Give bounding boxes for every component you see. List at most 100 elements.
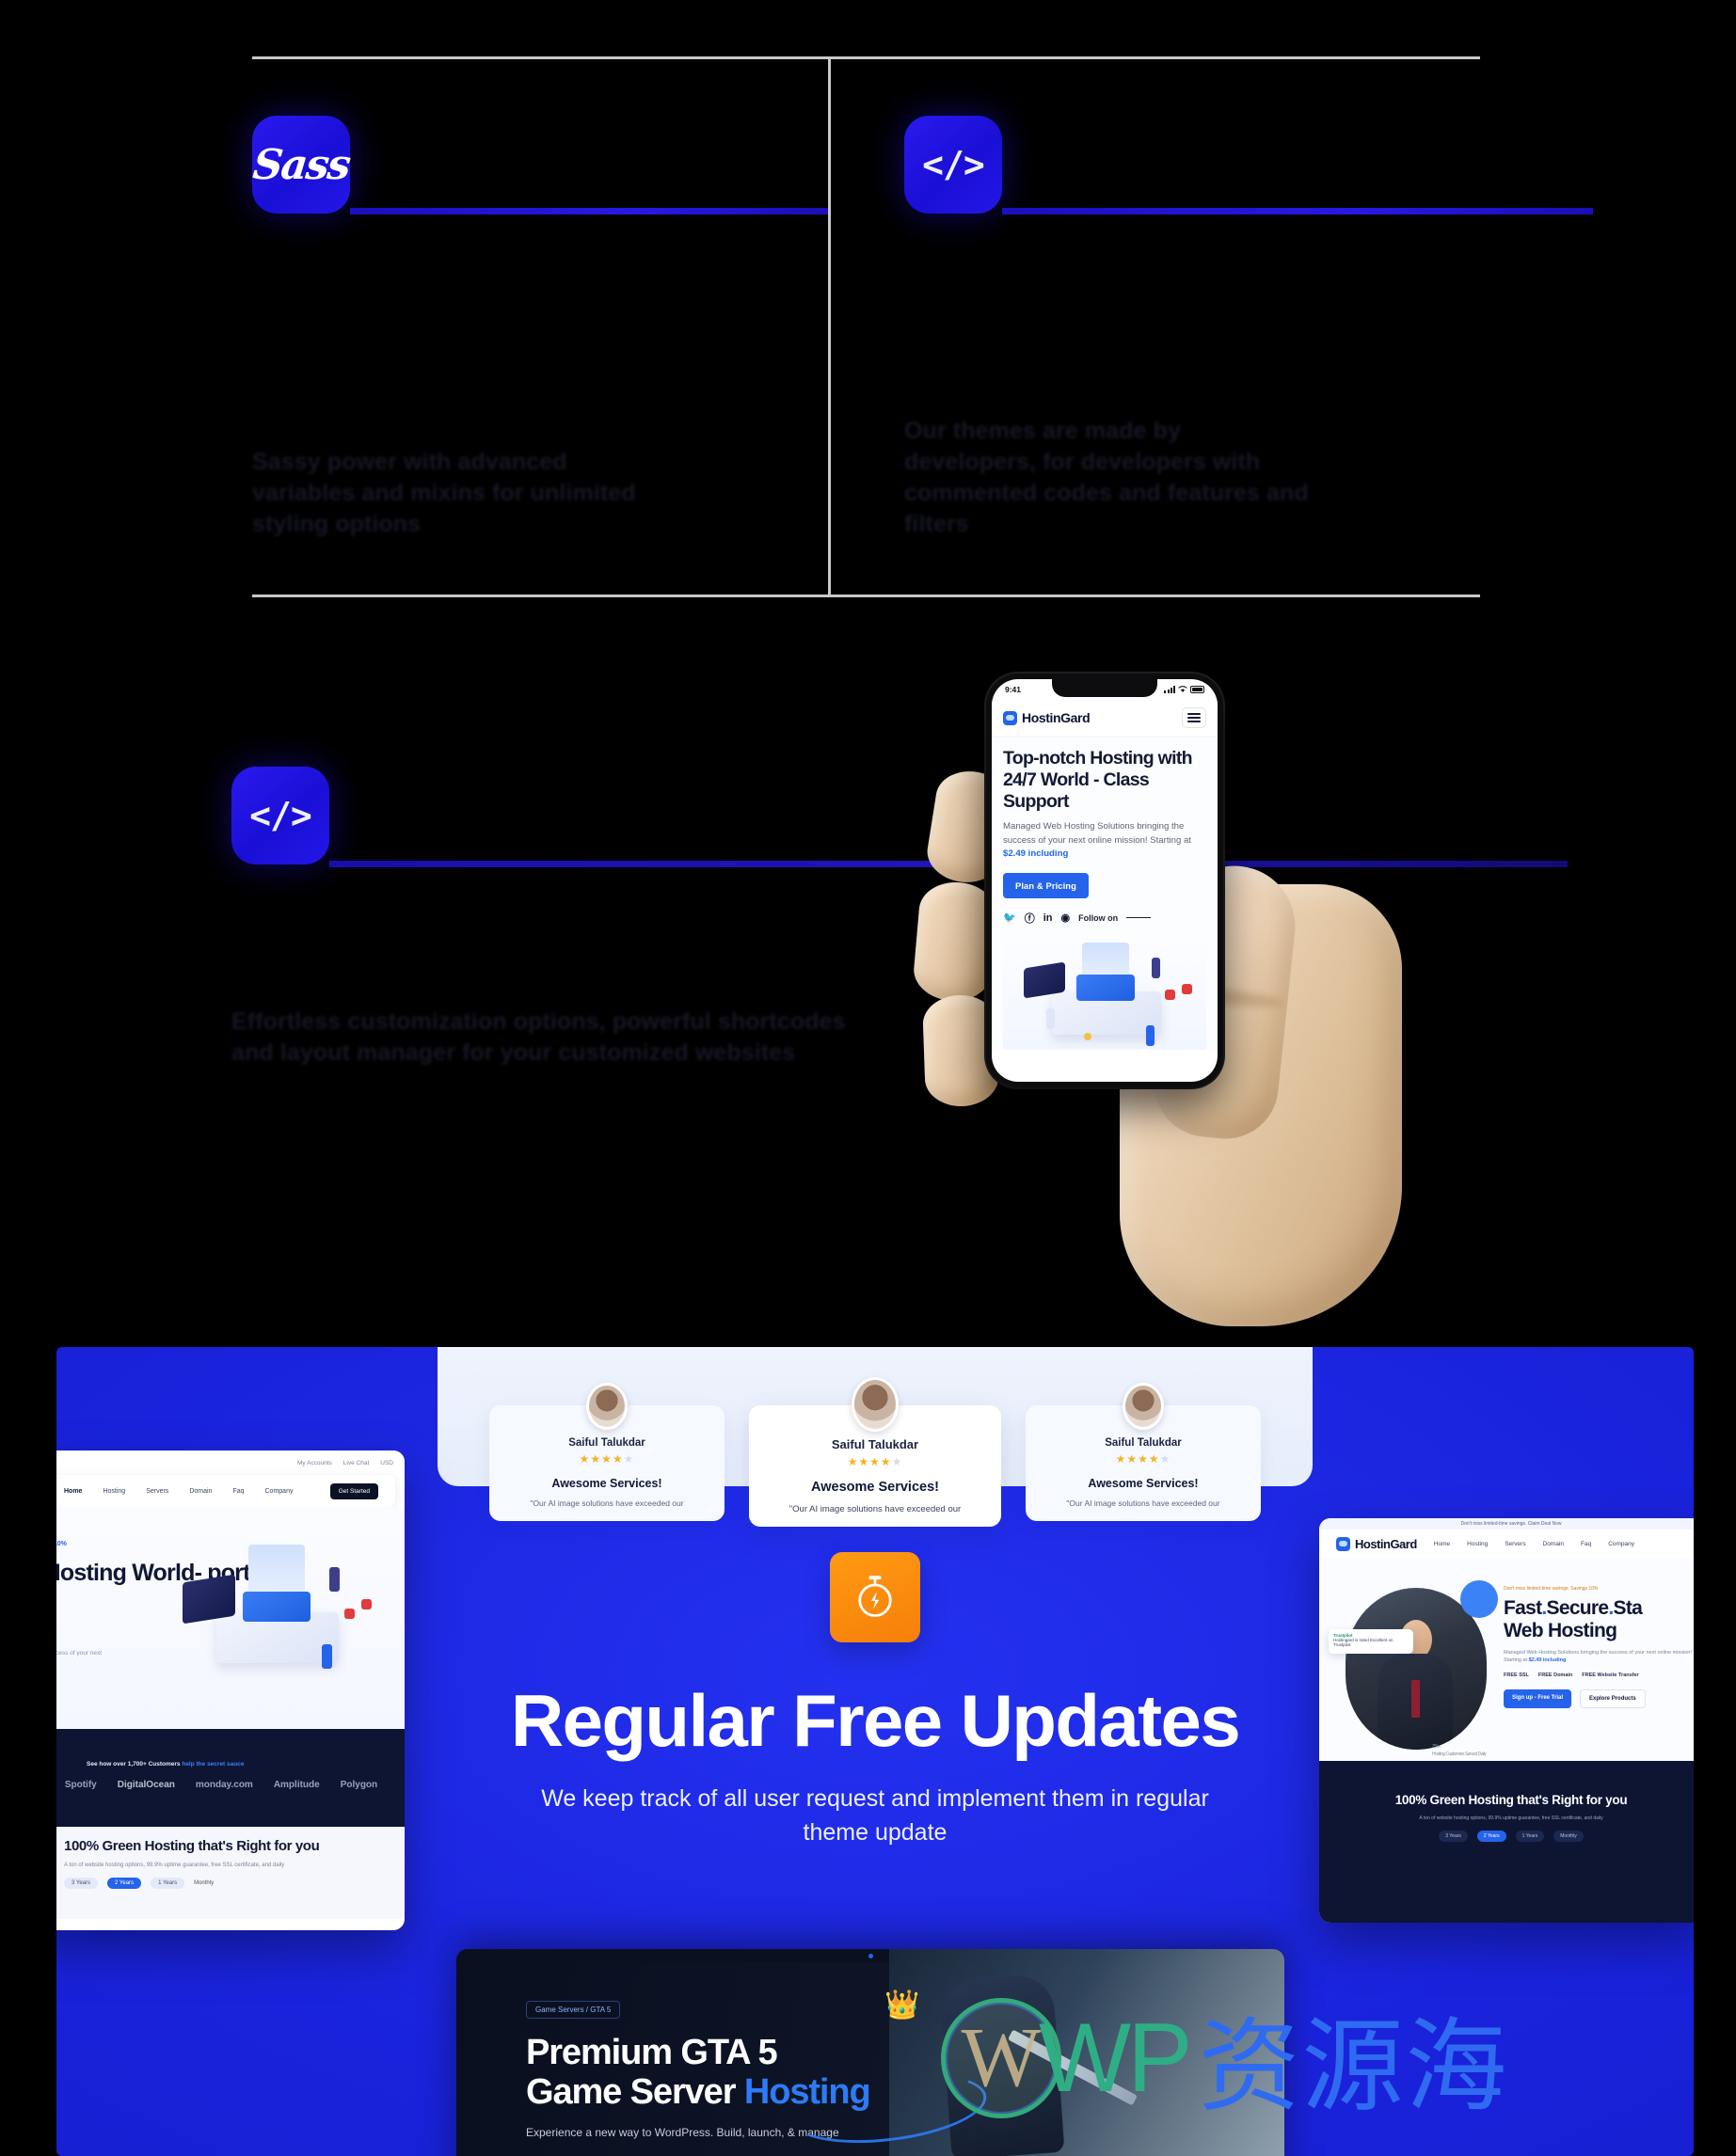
- illustration-panel: [1024, 961, 1065, 999]
- hamburger-menu-icon[interactable]: [1182, 707, 1206, 728]
- phone-brand: HostinGard: [1003, 710, 1091, 725]
- website-mockup-left: My Accounts Live Chat USD Home Hosting S…: [56, 1451, 405, 1930]
- feature-item: FREE Website Transfer: [1582, 1672, 1639, 1678]
- stat-label: Hosting Customers Served Daily: [1432, 1752, 1487, 1757]
- plan-chip[interactable]: 3 Years: [64, 1878, 99, 1889]
- nav-item[interactable]: Domain: [189, 1488, 212, 1495]
- phone-social-row: 🐦 ⓕ in ◉ Follow on: [1003, 911, 1206, 926]
- topbar-item: Live Chat: [342, 1459, 370, 1466]
- mockup-hero: Game Servers / GTA 5 👑 Premium GTA 5 Gam…: [456, 1962, 1284, 2153]
- testimonial-card: Saiful Talukdar ★★★★★ Awesome Services! …: [749, 1377, 1001, 1528]
- customers-link[interactable]: help the secret sauce: [182, 1761, 244, 1768]
- rating-stars: ★★★★★: [1115, 1452, 1171, 1466]
- feature-card-customization: </> Effortless customization options, po…: [231, 767, 1568, 1086]
- phone-device: 9:41 HostinGard Top-notch Hosting with 2…: [986, 674, 1223, 1087]
- phone-notch: [1052, 679, 1157, 697]
- get-started-button[interactable]: Get Started: [329, 1482, 378, 1499]
- trustpilot-text: Hostingard is rated Excellent on Trustpi…: [1333, 1638, 1394, 1647]
- cloud-icon: [1003, 710, 1017, 725]
- plan-chip[interactable]: 1 Years: [151, 1878, 185, 1889]
- testimonial-name: Saiful Talukdar: [568, 1437, 645, 1449]
- follow-on-label: Follow on: [1078, 912, 1119, 923]
- linkedin-icon[interactable]: in: [1043, 912, 1053, 924]
- rating-stars: ★★★★★: [847, 1455, 903, 1468]
- avatar: [1123, 1383, 1164, 1430]
- code-icon-glyph: </>: [249, 795, 312, 836]
- headline-line1: Premium GTA 5: [526, 2033, 778, 2072]
- plan-chip[interactable]: 1 Years: [1515, 1831, 1545, 1843]
- feature-checklist: FREE SSL FREE Domain FREE Website Transf…: [1504, 1672, 1694, 1678]
- phone-brand-label: HostinGard: [1022, 710, 1091, 725]
- regular-free-updates-section: Saiful Talukdar ★★★★★ Awesome Services! …: [56, 1347, 1694, 2156]
- code-icon-glyph: </>: [922, 144, 985, 185]
- explore-products-button[interactable]: Explore Products: [1580, 1688, 1646, 1708]
- stat-value: 25k+: [1432, 1744, 1441, 1750]
- mockup-hero: Saving 10% h Hosting World- port the suc…: [56, 1507, 405, 1729]
- feature-description-code: Our themes are made by developers, for d…: [904, 418, 1309, 537]
- nav-item[interactable]: Servers: [1505, 1541, 1525, 1547]
- divider-rule: [1126, 916, 1152, 919]
- promo-bar: Don't miss limited-time savings. Claim D…: [1319, 1518, 1694, 1530]
- logo-item: monday.com: [195, 1780, 253, 1790]
- green-sub: A ton of website hosting options, 99.9% …: [1419, 1815, 1603, 1822]
- hero-sub: the success of your next: [56, 1650, 103, 1657]
- plan-chip[interactable]: 2 Years: [1476, 1831, 1506, 1843]
- nav-item[interactable]: Domain: [1543, 1541, 1564, 1547]
- illustration-dot: [361, 1599, 372, 1609]
- mockup-topbar: My Accounts Live Chat USD: [56, 1451, 405, 1475]
- testimonial-quote: "Our AI image solutions have exceeded ou…: [530, 1498, 684, 1508]
- logo-item: Spotify: [64, 1780, 97, 1790]
- headline-line2: Web Hosting: [1504, 1619, 1617, 1641]
- plan-chips: 3 Years 2 Years 1 Years Monthly: [1319, 1831, 1694, 1843]
- nav-item[interactable]: Faq: [1581, 1541, 1591, 1547]
- nav-item[interactable]: Home: [1434, 1541, 1450, 1547]
- phone-screen: 9:41 HostinGard Top-notch Hosting with 2…: [992, 679, 1218, 1082]
- nav-item[interactable]: Faq: [232, 1488, 244, 1495]
- plan-pricing-button[interactable]: Plan & Pricing: [1003, 872, 1089, 898]
- testimonial-title: Awesome Services!: [811, 1480, 939, 1495]
- headline-part: Fast: [1504, 1597, 1542, 1619]
- brand-label: HostinGard: [1355, 1536, 1417, 1551]
- plan-chip[interactable]: 3 Years: [1439, 1831, 1468, 1843]
- feature-accent-bar: [350, 208, 828, 214]
- logo-item: DigitalOcean: [117, 1780, 175, 1790]
- status-time: 9:41: [1005, 685, 1022, 694]
- hero-buttons: Sign up - Free Trial Explore Products: [1504, 1688, 1694, 1708]
- illustration-figure: [1152, 957, 1160, 978]
- rating-stars: ★★★★★: [579, 1452, 635, 1466]
- plan-chip[interactable]: Monthly: [194, 1880, 214, 1886]
- nav-item[interactable]: Hosting: [103, 1488, 125, 1495]
- stopwatch-bolt-glyph: [858, 1576, 892, 1617]
- phone-navbar: HostinGard: [992, 700, 1218, 737]
- code-icon: </>: [231, 767, 329, 864]
- testimonial-title: Awesome Services!: [551, 1477, 662, 1490]
- feature-grid: Sass Sassy power with advanced variables…: [250, 56, 1593, 597]
- hero-headline: Fast.Secure.Sta Web Hosting: [1504, 1597, 1694, 1642]
- topbar-item: My Accounts: [296, 1459, 332, 1466]
- plan-chips: 3 Years 2 Years 1 Years Monthly: [64, 1878, 405, 1889]
- nav-item[interactable]: Home: [64, 1488, 82, 1495]
- facebook-icon[interactable]: ⓕ: [1025, 911, 1035, 926]
- mockup-brand: HostinGard: [1336, 1536, 1417, 1551]
- twitter-icon[interactable]: 🐦: [1003, 912, 1016, 924]
- plan-chip[interactable]: 2 Years: [107, 1878, 142, 1889]
- nav-item[interactable]: Servers: [146, 1488, 168, 1495]
- discord-icon[interactable]: ◉: [1060, 912, 1070, 924]
- mockup-hero: Trustpilot Hostingard is rated Excellent…: [1319, 1558, 1694, 1783]
- green-title: 100% Green Hosting that's Right for you: [1394, 1793, 1628, 1807]
- phone-headline: Top-notch Hosting with 24/7 World - Clas…: [1003, 748, 1193, 812]
- feature-card-code: </> Our themes are made by developers, f…: [828, 59, 1593, 594]
- mockup-green-hosting: 100% Green Hosting that's Right for you …: [1319, 1761, 1694, 1923]
- person-tie: [1411, 1680, 1420, 1718]
- nav-item[interactable]: Company: [1608, 1541, 1634, 1547]
- mockup-logos-band: See how over 1,700+ Customers help the s…: [56, 1729, 405, 1827]
- plan-chip[interactable]: Monthly: [1553, 1831, 1584, 1843]
- phone-price: $2.49 including: [1003, 848, 1069, 860]
- nav-item[interactable]: Company: [265, 1488, 294, 1495]
- wifi-icon: [1178, 686, 1187, 692]
- hero-tag: Saving 10%: [56, 1541, 67, 1547]
- signup-button[interactable]: Sign up - Free Trial: [1504, 1688, 1572, 1708]
- nav-item[interactable]: Hosting: [1467, 1541, 1488, 1547]
- illustration-panel: [183, 1574, 235, 1625]
- hero-paragraph: Managed Web Hosting Solutions bringing t…: [1504, 1650, 1694, 1665]
